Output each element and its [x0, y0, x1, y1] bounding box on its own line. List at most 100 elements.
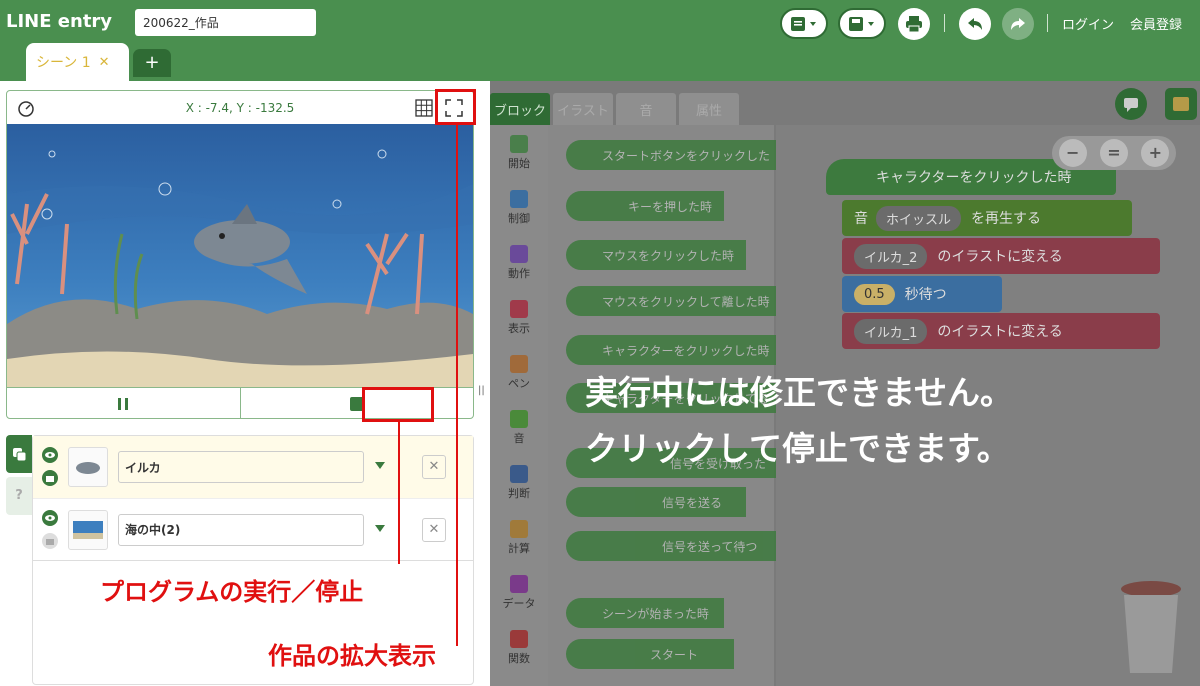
zoom-in-button[interactable]: + — [1141, 139, 1170, 167]
object-thumbnail — [68, 447, 108, 487]
undo-icon — [968, 18, 982, 30]
category-sound[interactable]: 音 — [490, 400, 548, 455]
pen-icon — [510, 354, 528, 373]
login-link[interactable]: ログイン — [1062, 14, 1114, 33]
palette-block[interactable]: 信号を送る — [566, 487, 746, 517]
block-label: 秒待つ — [904, 287, 947, 303]
costume-dropdown[interactable]: イルカ_2 — [854, 243, 928, 269]
block-label: を再生する — [971, 211, 1042, 227]
scene-tab-bar — [0, 46, 1200, 81]
tab-properties[interactable]: 属性 — [679, 93, 739, 125]
resize-handle[interactable]: || — [478, 385, 486, 399]
close-icon[interactable]: ✕ — [99, 55, 110, 70]
scene-tab-label: シーン 1 — [36, 55, 91, 71]
annotation-run-stop: プログラムの実行／停止 — [100, 578, 364, 606]
divider — [1047, 14, 1048, 32]
control-icon — [510, 189, 528, 208]
category-label: データ — [502, 596, 536, 610]
redo-icon — [1011, 18, 1025, 30]
signup-link[interactable]: 会員登録 — [1130, 14, 1182, 33]
category-label: 開始 — [508, 156, 530, 170]
category-judge[interactable]: 判断 — [490, 455, 548, 510]
tab-scene-1[interactable]: シーン 1 ✕ — [26, 43, 129, 81]
palette-block[interactable]: シーンが始まった時 — [566, 598, 724, 628]
change-costume-block[interactable]: イルカ_1 のイラストに変える — [842, 313, 1160, 349]
trash-icon[interactable] — [1116, 575, 1186, 675]
tab-illustrations[interactable]: イラスト — [553, 93, 613, 125]
category-label: 動作 — [508, 266, 530, 280]
file-menu-button[interactable] — [780, 8, 828, 39]
category-start[interactable]: 開始 — [490, 125, 548, 180]
annotation-box-stop — [362, 387, 434, 422]
stage-canvas[interactable] — [7, 124, 473, 387]
category-looks[interactable]: 表示 — [490, 290, 548, 345]
divider — [33, 560, 473, 561]
redo-button[interactable] — [1002, 8, 1034, 40]
pause-icon — [118, 397, 129, 410]
play-sound-block[interactable]: 音 ホイッスル を再生する — [842, 200, 1132, 236]
pause-button[interactable] — [7, 388, 241, 418]
comment-button[interactable] — [1115, 88, 1147, 120]
category-label: ペン — [508, 376, 530, 390]
category-pen[interactable]: ペン — [490, 345, 548, 400]
costume-dropdown[interactable]: イルカ_1 — [854, 318, 928, 344]
sound-dropdown[interactable]: ホイッスル — [876, 205, 962, 231]
app-logo[interactable]: LINE entry — [6, 11, 112, 32]
save-menu-button[interactable] — [838, 8, 886, 39]
tab-objects[interactable] — [6, 435, 32, 473]
change-costume-block[interactable]: イルカ_2 のイラストに変える — [842, 238, 1160, 274]
undo-button[interactable] — [959, 8, 991, 40]
zoom-out-button[interactable]: − — [1058, 139, 1087, 167]
category-calc[interactable]: 計算 — [490, 510, 548, 565]
backpack-button[interactable] — [1165, 88, 1197, 120]
grid-icon[interactable] — [415, 99, 433, 117]
check-icon — [510, 464, 528, 483]
palette-block[interactable]: マウスをクリックして離した時 — [566, 286, 776, 316]
comment-icon — [1124, 98, 1138, 112]
category-function[interactable]: 関数 — [490, 620, 548, 675]
palette-block[interactable]: キーを押した時 — [566, 191, 724, 221]
palette-block[interactable]: スタートボタンをクリックした — [566, 140, 776, 170]
object-name-field[interactable]: 海の中(2) — [118, 513, 364, 546]
calculator-icon — [510, 519, 528, 538]
project-title-input[interactable] — [135, 9, 316, 36]
tab-blocks[interactable]: ブロック — [490, 93, 550, 125]
chevron-down-icon[interactable] — [375, 525, 385, 533]
object-name-field[interactable]: イルカ — [118, 451, 364, 483]
running-overlay-message[interactable]: 実行中には修正できません。 クリックして停止できます。 — [585, 365, 1013, 477]
question-icon — [510, 574, 528, 593]
list-item[interactable]: イルカ ✕ — [33, 436, 473, 498]
stop-button[interactable] — [241, 388, 474, 418]
palette-block[interactable]: スタート — [566, 639, 734, 669]
mouse-coordinates: X : -7.4, Y : -132.5 — [185, 101, 295, 115]
palette-block[interactable]: キャラクターをクリックした時 — [566, 335, 776, 365]
delete-object-button[interactable]: ✕ — [422, 517, 446, 542]
palette-block[interactable]: マウスをクリックした時 — [566, 240, 746, 270]
list-item[interactable]: 海の中(2) ✕ — [33, 498, 473, 560]
objects-icon — [13, 448, 27, 462]
divider — [944, 14, 945, 32]
chevron-down-icon[interactable] — [375, 462, 385, 470]
add-scene-button[interactable]: + — [133, 49, 171, 77]
tab-sounds[interactable]: 音 — [616, 93, 676, 125]
tab-help[interactable]: ? — [6, 477, 32, 515]
delete-object-button[interactable]: ✕ — [422, 455, 446, 479]
wait-seconds-input[interactable]: 0.5 — [854, 283, 895, 305]
dolphin-thumbnail-icon — [76, 462, 102, 478]
wait-block[interactable]: 0.5 秒待つ — [842, 276, 1002, 312]
top-bar: LINE entry ログイン 会員登録 — [0, 0, 1200, 46]
annotation-fullscreen: 作品の拡大表示 — [268, 642, 436, 670]
sea-thumbnail-icon — [73, 520, 103, 539]
looks-icon — [510, 299, 528, 318]
zoom-controls: − = + — [1052, 136, 1176, 170]
visibility-icons — [42, 510, 58, 549]
zoom-reset-button[interactable]: = — [1099, 139, 1128, 167]
category-label: 表示 — [508, 321, 530, 335]
category-motion[interactable]: 動作 — [490, 235, 548, 290]
block-label: のイラストに変える — [937, 249, 1063, 265]
category-data[interactable]: データ — [490, 565, 548, 620]
palette-block[interactable]: 信号を送って待つ — [566, 531, 776, 561]
stage-header: X : -7.4, Y : -132.5 — [7, 91, 473, 124]
print-button[interactable] — [898, 8, 930, 40]
category-control[interactable]: 制御 — [490, 180, 548, 235]
